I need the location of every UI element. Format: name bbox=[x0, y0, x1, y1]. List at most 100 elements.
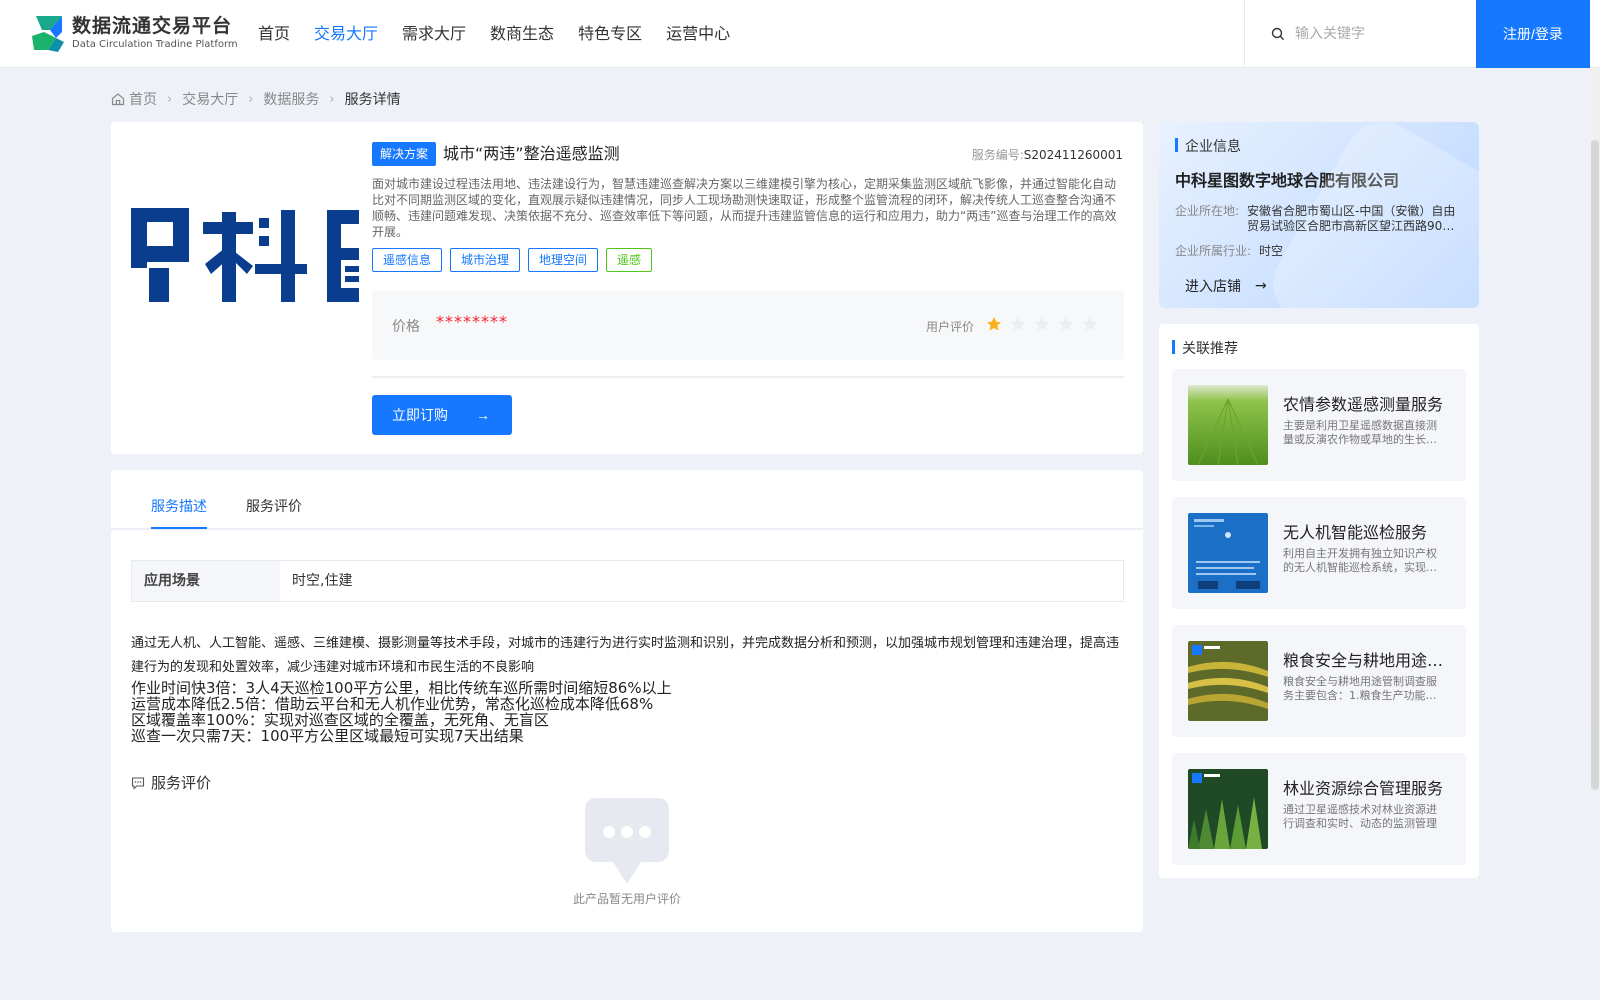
star-icon[interactable] bbox=[986, 316, 1002, 332]
search-box bbox=[1244, 0, 1476, 68]
enterprise-card: 企业信息 中科星图数字地球合肥有限公司 企业所在地: 安徽省合肥市蜀山区-中国（… bbox=[1159, 122, 1479, 308]
product-description: 面对城市建设过程违法用地、违法建设行为，智慧违建巡查解决方案以三维建模引擎为核心… bbox=[372, 177, 1117, 239]
detail-tabs: 服务描述 服务评价 bbox=[111, 470, 1143, 530]
rating-label: 用户评价 bbox=[926, 320, 975, 334]
recommend-card: 关联推荐 农情参数遥感测量服务 主要是利用卫星遥感数据直接测量或反演农作物或草地… bbox=[1159, 324, 1479, 878]
tag-list: 遥感信息 城市治理 地理空间 遥感 bbox=[372, 248, 660, 272]
service-paragraph: 通过无人机、人工智能、遥感、三维建模、摄影测量等技术手段，对城市的违建行为进行实… bbox=[131, 636, 1120, 675]
highlight-item: 巡查一次只需7天：100平方公里区域最短可实现7天出结果 bbox=[131, 727, 524, 745]
forest-thumbnail bbox=[1188, 769, 1268, 849]
reviews-title: 服务评价 bbox=[151, 774, 212, 792]
recommend-item[interactable]: 粮食安全与耕地用途管制调查服务 粮食安全与耕地用途管制调查服务主要包含：1.粮食… bbox=[1172, 625, 1466, 737]
logo-subtitle: Data Circulation Tradine Platform bbox=[72, 39, 238, 50]
field-thumbnail bbox=[1188, 385, 1268, 465]
breadcrumb-current: 服务详情 bbox=[344, 92, 401, 108]
highlight-item: 区域覆盖率100%：实现对巡查区域的全覆盖，无死角、无盲区 bbox=[131, 711, 549, 729]
company-logo bbox=[131, 208, 359, 302]
order-now-button[interactable]: 立即订购 → bbox=[372, 395, 512, 435]
scene-key: 应用场景 bbox=[132, 561, 280, 601]
tag-item[interactable]: 遥感信息 bbox=[372, 248, 443, 272]
enterprise-location: 安徽省合肥市蜀山区-中国（安徽）自由贸易试验区合肥市高新区望江西路900号 bbox=[1247, 204, 1456, 233]
search-icon[interactable] bbox=[1271, 27, 1285, 41]
tag-item[interactable]: 城市治理 bbox=[450, 248, 521, 272]
page-scrollbar[interactable] bbox=[1590, 68, 1600, 790]
recommend-item[interactable]: 农情参数遥感测量服务 主要是利用卫星遥感数据直接测量或反演农作物或草地的生长参数 bbox=[1172, 369, 1466, 481]
enterprise-location-row: 企业所在地: 安徽省合肥市蜀山区-中国（安徽）自由贸易试验区合肥市高新区望江西路… bbox=[1175, 204, 1461, 234]
logo-title: 数据流通交易平台 bbox=[72, 15, 233, 37]
enterprise-section-title: 企业信息 bbox=[1175, 136, 1241, 156]
tab-service-description[interactable]: 服务描述 bbox=[151, 496, 207, 516]
nav-featured-zone[interactable]: 特色专区 bbox=[578, 0, 642, 68]
price-panel: 价格 ******** 用户评价 bbox=[372, 290, 1124, 360]
recommend-section-title: 关联推荐 bbox=[1172, 338, 1238, 358]
star-icon[interactable] bbox=[1034, 316, 1050, 332]
arrow-right-icon: → bbox=[1255, 278, 1267, 294]
recommend-item-title: 林业资源综合管理服务 bbox=[1283, 779, 1444, 798]
detail-card: 服务描述 服务评价 应用场景 时空,住建 通过无人机、人工智能、遥感、三维建模、… bbox=[111, 470, 1143, 932]
enterprise-industry-row: 企业所属行业: 时空 bbox=[1175, 244, 1473, 259]
star-icon[interactable] bbox=[1058, 316, 1074, 332]
recommend-item-desc: 利用自主开发拥有独立知识产权的无人机智能巡检系统，实现自动巡检 bbox=[1283, 547, 1437, 574]
breadcrumb: 首页 › 交易大厅 › 数据服务 › 服务详情 bbox=[111, 88, 401, 110]
price-label: 价格 bbox=[392, 319, 420, 335]
enterprise-name: 中科星图数字地球合肥有限公司 bbox=[1175, 171, 1400, 190]
arrow-right-icon: → bbox=[476, 407, 490, 423]
nav-home[interactable]: 首页 bbox=[258, 0, 290, 68]
search-input[interactable] bbox=[1295, 26, 1465, 42]
tab-service-reviews[interactable]: 服务评价 bbox=[246, 496, 302, 516]
breadcrumb-trading-hall[interactable]: 交易大厅 bbox=[182, 89, 238, 109]
nav-trading-hall[interactable]: 交易大厅 bbox=[314, 0, 378, 68]
recommend-item-title: 农情参数遥感测量服务 bbox=[1283, 395, 1444, 414]
star-icon[interactable] bbox=[1010, 316, 1026, 332]
recommend-item-title: 粮食安全与耕地用途管制调查服务 bbox=[1283, 651, 1451, 670]
service-number-value: S202411260001 bbox=[1023, 148, 1123, 162]
divider bbox=[372, 376, 1124, 378]
enter-shop-button[interactable]: 进入店铺 → bbox=[1185, 276, 1267, 296]
enterprise-industry-label: 企业所属行业: bbox=[1175, 244, 1252, 258]
comment-icon bbox=[131, 776, 145, 790]
recommend-item-title: 无人机智能巡检服务 bbox=[1283, 523, 1428, 542]
empty-chat-icon bbox=[585, 798, 669, 884]
star-icon[interactable] bbox=[1082, 316, 1098, 332]
nav-ecosystem[interactable]: 数商生态 bbox=[490, 0, 554, 68]
breadcrumb-home[interactable]: 首页 bbox=[129, 89, 157, 109]
main-nav: 首页 交易大厅 需求大厅 数商生态 特色专区 运营中心 bbox=[258, 0, 754, 68]
top-header: 数据流通交易平台 Data Circulation Tradine Platfo… bbox=[0, 0, 1600, 68]
recommend-item[interactable]: 林业资源综合管理服务 通过卫星遥感技术对林业资源进行调查和实时、动态的监测管理 bbox=[1172, 753, 1466, 865]
service-number-label: 服务编号: bbox=[971, 148, 1024, 162]
platform-logo[interactable]: 数据流通交易平台 Data Circulation Tradine Platfo… bbox=[28, 12, 238, 54]
highlight-item: 运营成本降低2.5倍：借助云平台和无人机作业优势，常态化巡检成本降低68% bbox=[131, 695, 654, 713]
product-title: 城市“两违”整治遥感监测 bbox=[443, 144, 620, 163]
recommend-item-desc: 主要是利用卫星遥感数据直接测量或反演农作物或草地的生长参数 bbox=[1283, 419, 1437, 446]
login-register-button[interactable]: 注册/登录 bbox=[1476, 0, 1590, 68]
solution-badge: 解决方案 bbox=[372, 142, 437, 166]
recommend-item[interactable]: 无人机智能巡检服务 利用自主开发拥有独立知识产权的无人机智能巡检系统，实现自动巡… bbox=[1172, 497, 1466, 609]
enterprise-location-label: 企业所在地: bbox=[1175, 204, 1240, 218]
document-thumbnail bbox=[1188, 513, 1268, 593]
reviews-heading: 服务评价 bbox=[131, 772, 211, 793]
scene-table: 应用场景 时空,住建 bbox=[131, 560, 1124, 602]
home-icon bbox=[111, 93, 125, 106]
scene-value: 时空,住建 bbox=[292, 573, 353, 589]
enter-shop-label: 进入店铺 bbox=[1185, 279, 1241, 295]
tag-item[interactable]: 地理空间 bbox=[528, 248, 599, 272]
product-card: 解决方案 城市“两违”整治遥感监测 服务编号:S202411260001 面对城… bbox=[111, 122, 1143, 454]
nav-demand-hall[interactable]: 需求大厅 bbox=[402, 0, 466, 68]
enterprise-industry: 时空 bbox=[1259, 244, 1284, 258]
order-now-label: 立即订购 bbox=[392, 407, 448, 423]
price-value: ******** bbox=[436, 312, 508, 331]
highlight-item: 作业时间快3倍：3人4天巡检100平方公里，相比传统车巡所需时间缩短86%以上 bbox=[131, 679, 672, 697]
service-number: 服务编号:S202411260001 bbox=[972, 146, 1123, 163]
breadcrumb-data-service[interactable]: 数据服务 bbox=[263, 89, 319, 109]
logo-mark-icon bbox=[32, 16, 64, 52]
chevron-right-icon: › bbox=[329, 91, 335, 107]
recommend-item-desc: 粮食安全与耕地用途管制调查服务主要包含：1.粮食生产功能区监测 bbox=[1283, 675, 1437, 702]
scrollbar-thumb[interactable] bbox=[1591, 140, 1599, 790]
tag-item[interactable]: 遥感 bbox=[606, 248, 653, 272]
empty-reviews-text: 此产品暂无用户评价 bbox=[572, 892, 681, 906]
recommend-item-desc: 通过卫星遥感技术对林业资源进行调查和实时、动态的监测管理 bbox=[1283, 803, 1437, 830]
nav-operation-center[interactable]: 运营中心 bbox=[666, 0, 730, 68]
terrace-thumbnail bbox=[1188, 641, 1268, 721]
tab-active-indicator bbox=[151, 527, 207, 529]
chevron-right-icon: › bbox=[167, 91, 173, 107]
